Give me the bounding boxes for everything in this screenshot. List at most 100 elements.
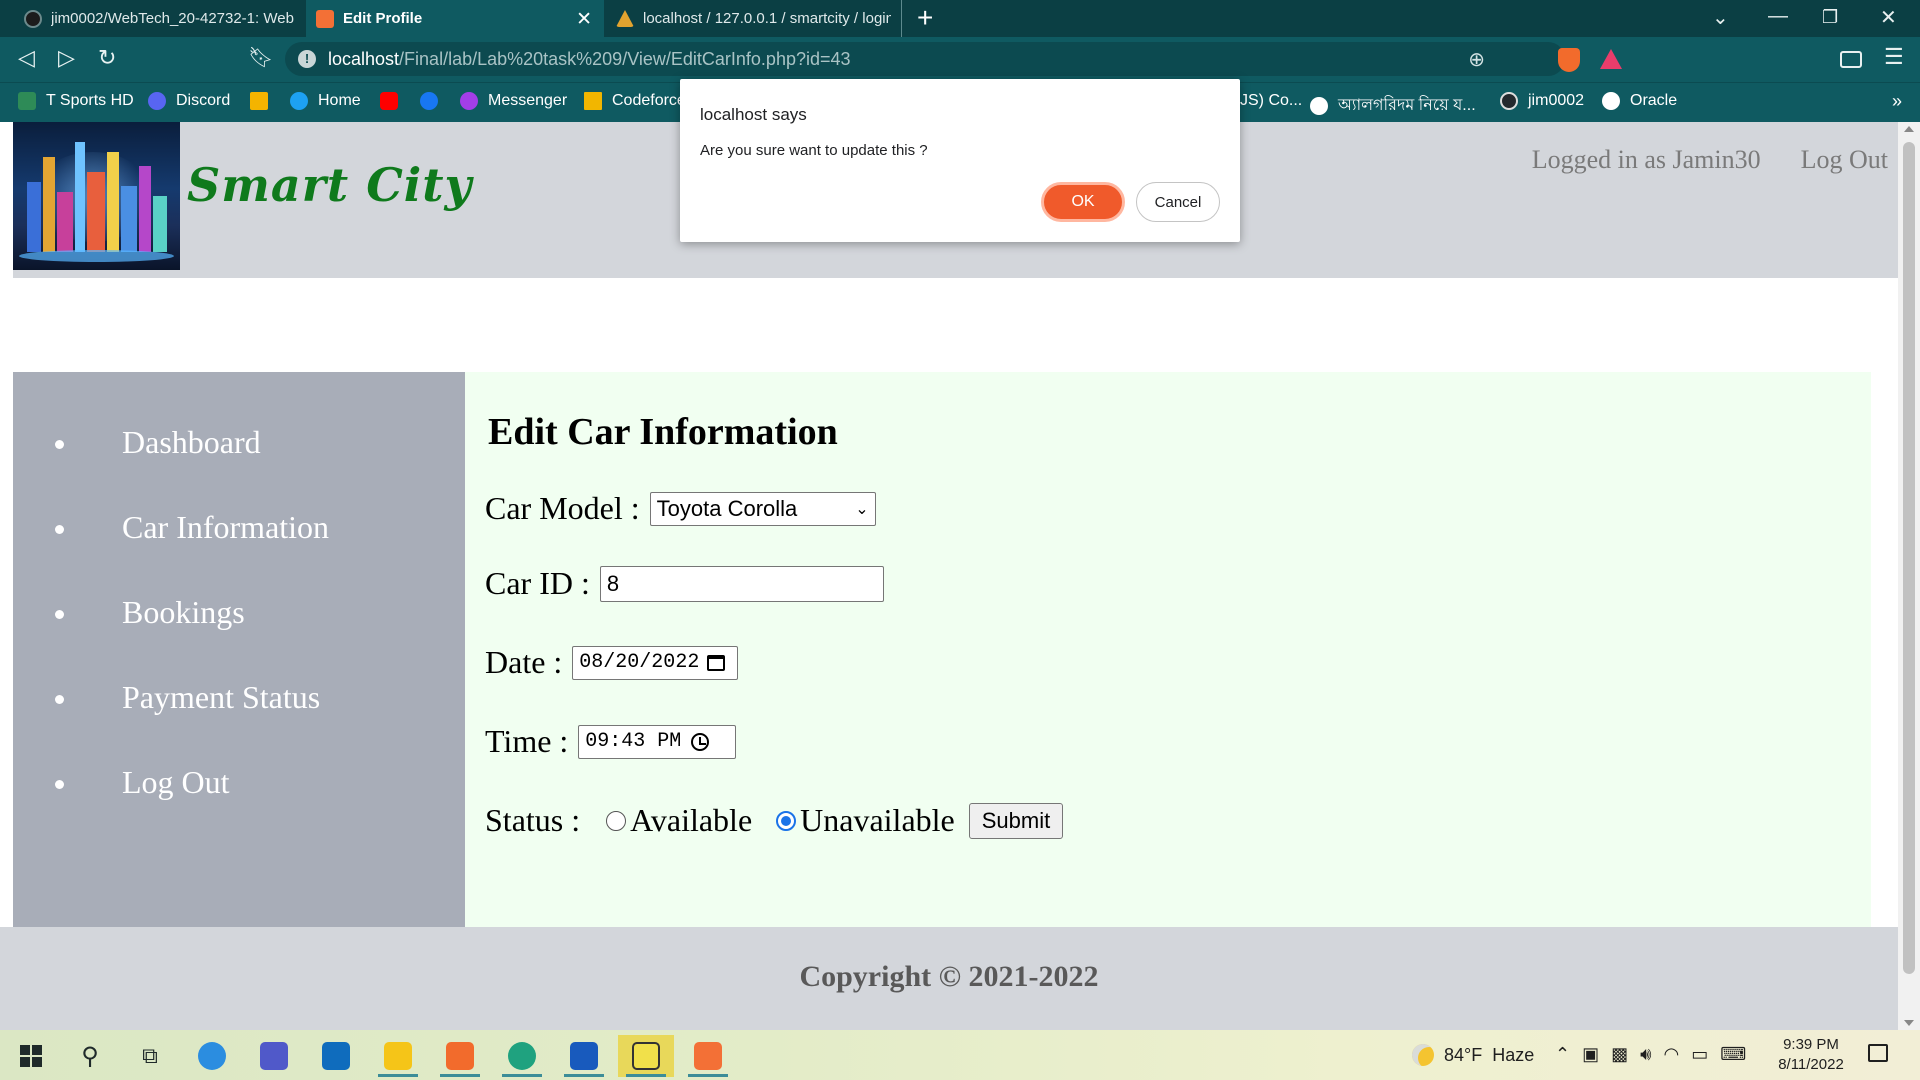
minimize-button[interactable]: — — [1768, 5, 1788, 28]
bookmark-label: Discord — [176, 92, 231, 109]
logo-building — [57, 192, 73, 252]
sidebar-link[interactable]: Car Information — [122, 509, 329, 546]
scrollbar-thumb[interactable] — [1903, 142, 1915, 974]
submit-button[interactable]: Submit — [968, 802, 1064, 839]
page-scrollbar[interactable] — [1898, 122, 1920, 1030]
bookmark-discord[interactable]: Discord — [148, 92, 230, 110]
restore-button[interactable]: ❐ — [1822, 7, 1838, 28]
cancel-button[interactable]: Cancel — [1136, 182, 1220, 222]
taskbar-xampp[interactable] — [680, 1035, 736, 1077]
bookmark-oracle[interactable]: Oracle — [1602, 92, 1677, 110]
unavailable-radio[interactable] — [776, 810, 797, 831]
close-window-button[interactable]: ✕ — [1880, 5, 1897, 30]
windows-taskbar: ⚲ ⧉ 84°F Haze ⌃ ▣ ▩ 🔊︎ ◠ ▭ ⌨ 9:39 PM 8/1… — [0, 1030, 1920, 1080]
chevron-up-icon[interactable]: ⌃ — [1555, 1044, 1570, 1065]
notification-icon[interactable] — [1868, 1044, 1888, 1062]
task-view-icon[interactable]: ⧉ — [122, 1035, 178, 1077]
chevron-down-icon: ⌄ — [855, 500, 869, 518]
bookmark-icon[interactable]: 🔖︎ — [248, 45, 273, 70]
site-info-icon[interactable]: ! — [298, 50, 316, 68]
bookmark-twitter-home[interactable]: Home — [290, 92, 361, 110]
bookmark-t-sports[interactable]: T Sports HD — [18, 92, 134, 110]
network-adapter-icon[interactable]: ▣ — [1582, 1044, 1599, 1065]
zoom-icon[interactable]: ⊕ — [1468, 47, 1485, 72]
scroll-up-arrow[interactable] — [1904, 126, 1914, 132]
battery-icon[interactable]: ▭ — [1691, 1044, 1708, 1065]
close-tab-icon[interactable]: ✕ — [576, 8, 592, 31]
logo-building — [27, 182, 41, 252]
time-value: 09:43 PM — [585, 730, 682, 753]
bullet — [55, 440, 64, 449]
xampp-icon — [694, 1042, 722, 1070]
tv-icon — [18, 92, 36, 110]
taskbar-clock[interactable]: 9:39 PM 8/11/2022 — [1770, 1035, 1852, 1075]
keyboard-icon[interactable]: ⌨ — [1720, 1044, 1746, 1065]
clock-icon[interactable] — [691, 732, 710, 751]
sidebar-link[interactable]: Log Out — [122, 764, 230, 801]
time-input[interactable]: 09:43 PM — [578, 724, 737, 759]
taskbar-word[interactable] — [556, 1035, 612, 1077]
available-radio[interactable] — [606, 810, 627, 831]
clock-date: 8/11/2022 — [1778, 1056, 1844, 1073]
bookmark-drive[interactable] — [250, 92, 278, 110]
time-row: Time : 09:43 PM — [485, 723, 737, 760]
tab-phpmyadmin[interactable]: localhost / 127.0.0.1 / smartcity / logi… — [606, 0, 902, 37]
bookmark-label: অ্যালগরিদম নিয়ে য... — [1338, 97, 1476, 114]
google-drive-icon — [250, 92, 268, 110]
back-icon[interactable]: ◁ — [18, 45, 35, 71]
weather-icon — [1412, 1044, 1434, 1066]
bookmark-facebook[interactable] — [420, 92, 448, 110]
more-bookmarks-icon[interactable]: » — [1892, 91, 1902, 112]
taskbar-teams[interactable] — [246, 1035, 302, 1077]
date-input[interactable]: 08/20/2022 — [572, 645, 739, 680]
weather-widget[interactable]: 84°F Haze — [1412, 1044, 1534, 1066]
car-model-select[interactable]: Toyota Corolla ⌄ — [649, 491, 876, 526]
taskbar-brave[interactable] — [432, 1035, 488, 1077]
tab-edit-profile[interactable]: Edit Profile ✕ — [306, 0, 604, 37]
logged-in-link[interactable]: Logged in as Jamin30 — [1532, 145, 1761, 175]
wallet-icon[interactable] — [1840, 51, 1862, 68]
sidebar-link[interactable]: Bookings — [122, 594, 245, 631]
teams-tray-icon[interactable]: ▩ — [1611, 1044, 1628, 1065]
form-title: Edit Car Information — [488, 411, 838, 453]
bookmark-label: Messenger — [488, 92, 568, 109]
bookmark-jim0002[interactable]: jim0002 — [1500, 92, 1584, 110]
brave-shield-icon[interactable] — [1558, 48, 1580, 72]
reload-icon[interactable]: ↻ — [98, 45, 116, 71]
search-icon[interactable]: ⚲ — [62, 1035, 118, 1077]
car-id-input[interactable]: 8 — [599, 565, 884, 602]
url-field[interactable]: ! localhost/Final/lab/Lab%20task%209/Vie… — [285, 42, 1565, 76]
brave-rewards-icon[interactable] — [1600, 49, 1622, 69]
bookmark-label: Home — [318, 92, 361, 109]
system-tray: ⌃ ▣ ▩ 🔊︎ ◠ ▭ ⌨ — [1555, 1044, 1746, 1065]
bookmark-codeforces[interactable]: Codeforces — [584, 92, 694, 110]
bookmark-messenger[interactable]: Messenger — [460, 92, 567, 110]
taskbar-file-explorer[interactable] — [370, 1035, 426, 1077]
bookmark-algorithm[interactable]: অ্যালগরিদম নিয়ে য... — [1310, 92, 1476, 119]
wifi-icon[interactable]: ◠ — [1663, 1044, 1679, 1065]
bookmark-youtube[interactable] — [380, 92, 408, 110]
menu-icon[interactable]: ☰ — [1884, 44, 1904, 70]
taskbar-mail[interactable] — [308, 1035, 364, 1077]
taskbar-app-yellow[interactable] — [618, 1035, 674, 1077]
volume-icon[interactable]: 🔊︎ — [1640, 1044, 1651, 1065]
tab-github[interactable]: jim0002/WebTech_20-42732-1: Web Tech — [14, 0, 304, 37]
ok-button[interactable]: OK — [1041, 182, 1125, 222]
scroll-down-arrow[interactable] — [1904, 1020, 1914, 1026]
new-tab-button[interactable]: + — [917, 2, 933, 34]
forward-icon[interactable]: ▷ — [58, 45, 75, 71]
status-label: Status : — [485, 802, 581, 838]
sidebar-link[interactable]: Payment Status — [122, 679, 320, 716]
windows-start-icon[interactable] — [20, 1045, 42, 1067]
time-label: Time : — [485, 723, 569, 759]
bookmark-js-co[interactable]: JS) Co... — [1240, 92, 1302, 110]
available-label: Available — [630, 802, 753, 838]
taskbar-edge[interactable] — [494, 1035, 550, 1077]
taskbar-app-1[interactable] — [184, 1035, 240, 1077]
twitter-icon — [290, 92, 308, 110]
header-logout-link[interactable]: Log Out — [1801, 145, 1888, 175]
logo-building — [139, 166, 151, 252]
tab-search-icon[interactable]: ⌄ — [1712, 5, 1729, 30]
sidebar-link[interactable]: Dashboard — [122, 424, 261, 461]
calendar-icon[interactable] — [707, 654, 726, 671]
